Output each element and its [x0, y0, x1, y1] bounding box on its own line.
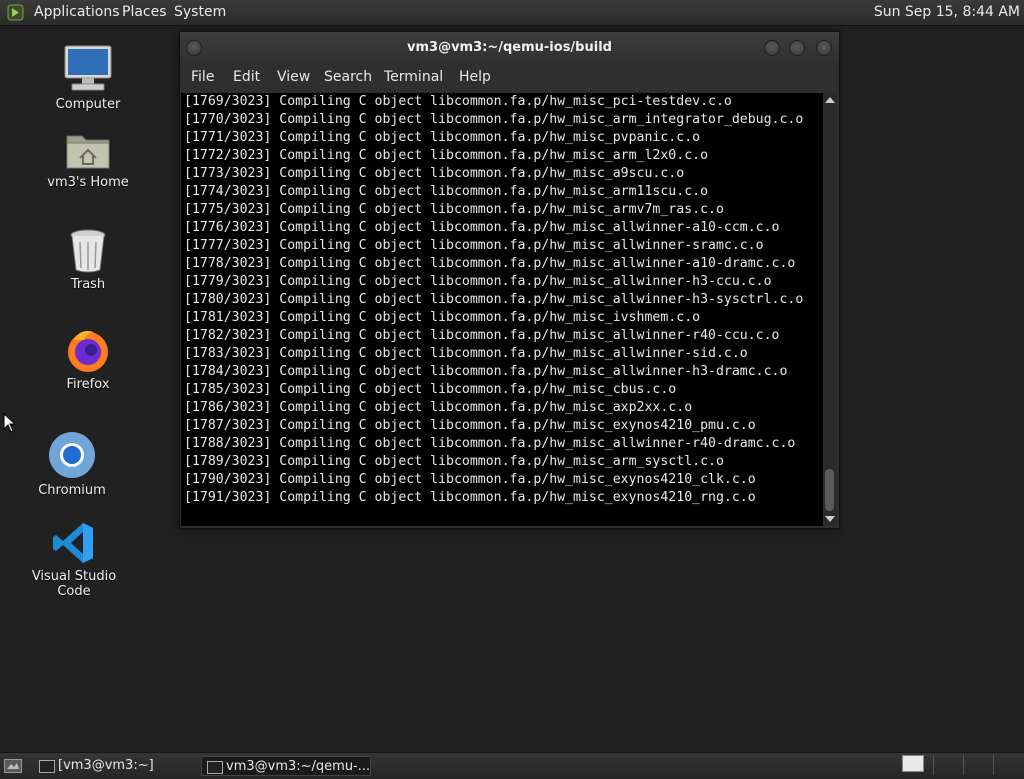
vscode-icon: [53, 523, 93, 563]
terminal-line: [1773/3023] Compiling C object libcommon…: [184, 166, 685, 181]
workspace-switcher[interactable]: [927, 755, 1021, 775]
desktop-icon-label: Firefox: [66, 377, 110, 392]
taskbar-item-label: [vm3@vm3:~]: [58, 758, 154, 773]
terminal-line: [1772/3023] Compiling C object libcommon…: [184, 148, 709, 163]
taskbar-item-build-terminal[interactable]: vm3@vm3:~/qemu-...: [201, 756, 371, 776]
terminal-line: [1774/3023] Compiling C object libcommon…: [184, 184, 709, 199]
close-button[interactable]: [816, 40, 832, 56]
minimize-button[interactable]: [764, 40, 780, 56]
scroll-up-icon[interactable]: [825, 97, 835, 103]
desktop-icon-trash[interactable]: Trash: [28, 228, 148, 292]
terminal-line: [1775/3023] Compiling C object libcommon…: [184, 202, 724, 217]
desktop-icon-label: Visual Studio Code: [31, 569, 117, 599]
terminal-line: [1785/3023] Compiling C object libcommon…: [184, 382, 677, 397]
taskbar-item-home-terminal[interactable]: [vm3@vm3:~]: [34, 756, 192, 776]
bottom-panel: [vm3@vm3:~] vm3@vm3:~/qemu-...: [0, 752, 1024, 779]
terminal-icon: [39, 760, 55, 773]
terminal-line: [1780/3023] Compiling C object libcommon…: [184, 292, 804, 307]
title-bar[interactable]: vm3@vm3:~/qemu-ios/build: [180, 32, 839, 64]
system-menu[interactable]: System: [174, 4, 226, 20]
desktop-icon-home[interactable]: vm3's Home: [28, 128, 148, 190]
terminal-window[interactable]: vm3@vm3:~/qemu-ios/build File Edit View …: [179, 31, 840, 529]
terminal-line: [1787/3023] Compiling C object libcommon…: [184, 418, 756, 433]
home-folder-icon: [66, 135, 110, 169]
scroll-down-icon[interactable]: [825, 516, 835, 522]
terminal-line: [1790/3023] Compiling C object libcommon…: [184, 472, 756, 487]
workspace-switcher-1[interactable]: [902, 755, 924, 772]
menu-bar: File Edit View Search Terminal Help: [180, 64, 839, 92]
desktop-icon-label: Computer: [55, 97, 121, 112]
terminal-line: [1770/3023] Compiling C object libcommon…: [184, 112, 804, 127]
desktop-icon-label: vm3's Home: [47, 175, 129, 190]
menu-terminal[interactable]: Terminal: [384, 69, 443, 85]
terminal-line: [1791/3023] Compiling C object libcommon…: [184, 490, 756, 505]
terminal-line: [1784/3023] Compiling C object libcommon…: [184, 364, 788, 379]
terminal-line: [1789/3023] Compiling C object libcommon…: [184, 454, 724, 469]
terminal-line: [1781/3023] Compiling C object libcommon…: [184, 310, 701, 325]
desktop-icon-firefox[interactable]: Firefox: [28, 326, 148, 392]
firefox-icon: [68, 331, 108, 372]
maximize-button[interactable]: [789, 40, 805, 56]
terminal-line: [1778/3023] Compiling C object libcommon…: [184, 256, 796, 271]
menu-help[interactable]: Help: [459, 69, 491, 85]
terminal-line: [1786/3023] Compiling C object libcommon…: [184, 400, 693, 415]
computer-icon: [64, 45, 112, 91]
applications-menu[interactable]: Applications: [34, 4, 120, 20]
desktop-icon-computer[interactable]: Computer: [28, 44, 148, 112]
terminal-output[interactable]: [1769/3023] Compiling C object libcommon…: [181, 93, 823, 526]
window-title: vm3@vm3:~/qemu-ios/build: [407, 40, 612, 55]
terminal-line: [1769/3023] Compiling C object libcommon…: [184, 94, 732, 109]
desktop-icon-chromium[interactable]: Chromium: [12, 430, 132, 498]
terminal-line: [1771/3023] Compiling C object libcommon…: [184, 130, 701, 145]
taskbar-item-label: vm3@vm3:~/qemu-...: [226, 759, 371, 774]
mouse-pointer-icon: [3, 413, 15, 433]
terminal-line: [1776/3023] Compiling C object libcommon…: [184, 220, 780, 235]
distro-logo-icon[interactable]: [7, 4, 24, 21]
trash-icon: [70, 229, 106, 273]
desktop-icon-label: Chromium: [38, 483, 106, 498]
desktop-icon-label: Trash: [70, 277, 106, 292]
scrollbar-thumb[interactable]: [825, 469, 834, 511]
top-panel: Applications Places System Sun Sep 15, 8…: [0, 0, 1024, 26]
terminal-line: [1788/3023] Compiling C object libcommon…: [184, 436, 796, 451]
terminal-line: [1783/3023] Compiling C object libcommon…: [184, 346, 748, 361]
menu-search[interactable]: Search: [324, 69, 372, 85]
vertical-scrollbar[interactable]: [823, 93, 837, 526]
terminal-line: [1779/3023] Compiling C object libcommon…: [184, 274, 772, 289]
terminal-line: [1777/3023] Compiling C object libcommon…: [184, 238, 764, 253]
places-menu[interactable]: Places: [122, 4, 167, 20]
menu-file[interactable]: File: [191, 69, 214, 85]
desktop-icon-vscode[interactable]: Visual Studio Code: [14, 520, 134, 599]
menu-view[interactable]: View: [277, 69, 310, 85]
terminal-line: [1782/3023] Compiling C object libcommon…: [184, 328, 780, 343]
clock[interactable]: Sun Sep 15, 8:44 AM: [874, 4, 1020, 20]
show-desktop-icon[interactable]: [4, 759, 22, 773]
chromium-icon: [49, 432, 95, 478]
terminal-icon: [207, 761, 223, 774]
menu-edit[interactable]: Edit: [233, 69, 260, 85]
